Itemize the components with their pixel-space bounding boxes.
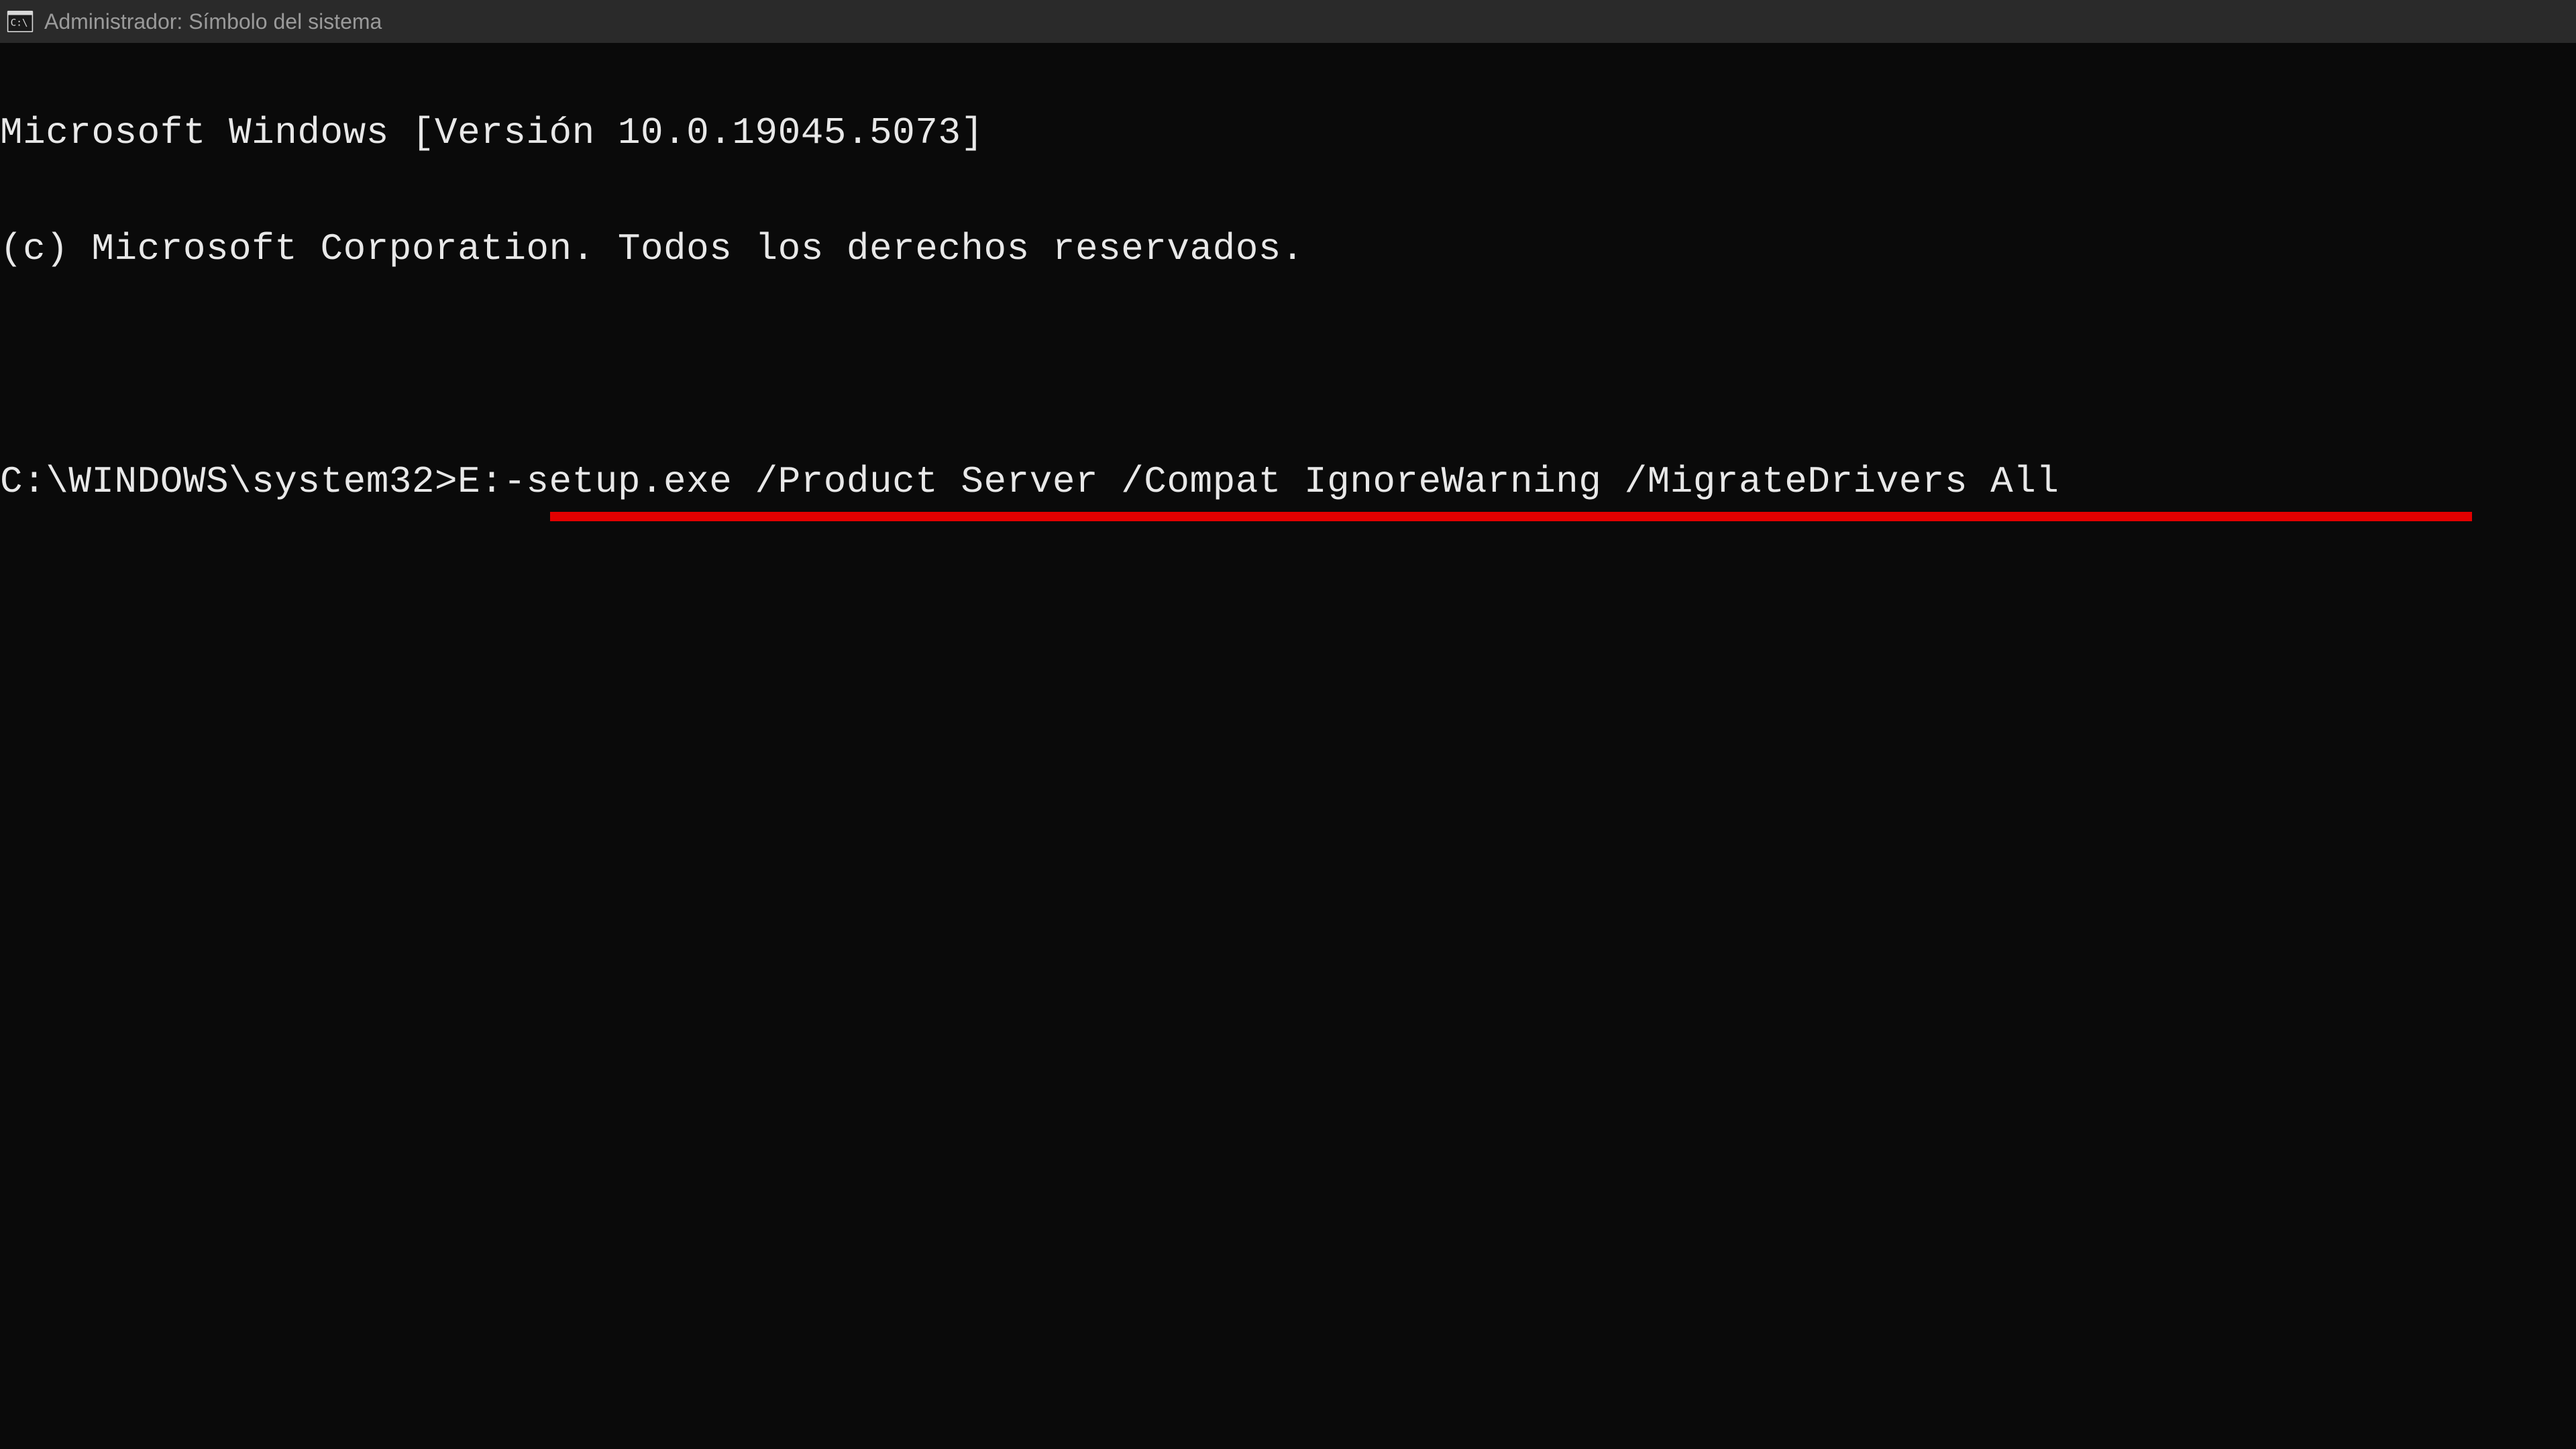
terminal-prompt-line: C:\WINDOWS\system32>E:-setup.exe /Produc… [0, 453, 2059, 570]
terminal-blank-line [0, 337, 2576, 394]
cmd-icon: C:\ [5, 9, 35, 34]
annotation-underline [550, 512, 2472, 521]
terminal-prompt: C:\WINDOWS\system32> [0, 460, 458, 503]
terminal-line-version: Microsoft Windows [Versión 10.0.19045.50… [0, 104, 2576, 162]
terminal-command[interactable]: E:-setup.exe /Product Server /Compat Ign… [458, 460, 2059, 503]
titlebar-title: Administrador: Símbolo del sistema [44, 9, 382, 34]
svg-text:C:\: C:\ [11, 17, 28, 28]
terminal-output[interactable]: Microsoft Windows [Versión 10.0.19045.50… [0, 43, 2576, 569]
terminal-line-copyright: (c) Microsoft Corporation. Todos los der… [0, 220, 2576, 278]
titlebar[interactable]: C:\ Administrador: Símbolo del sistema [0, 0, 2576, 43]
